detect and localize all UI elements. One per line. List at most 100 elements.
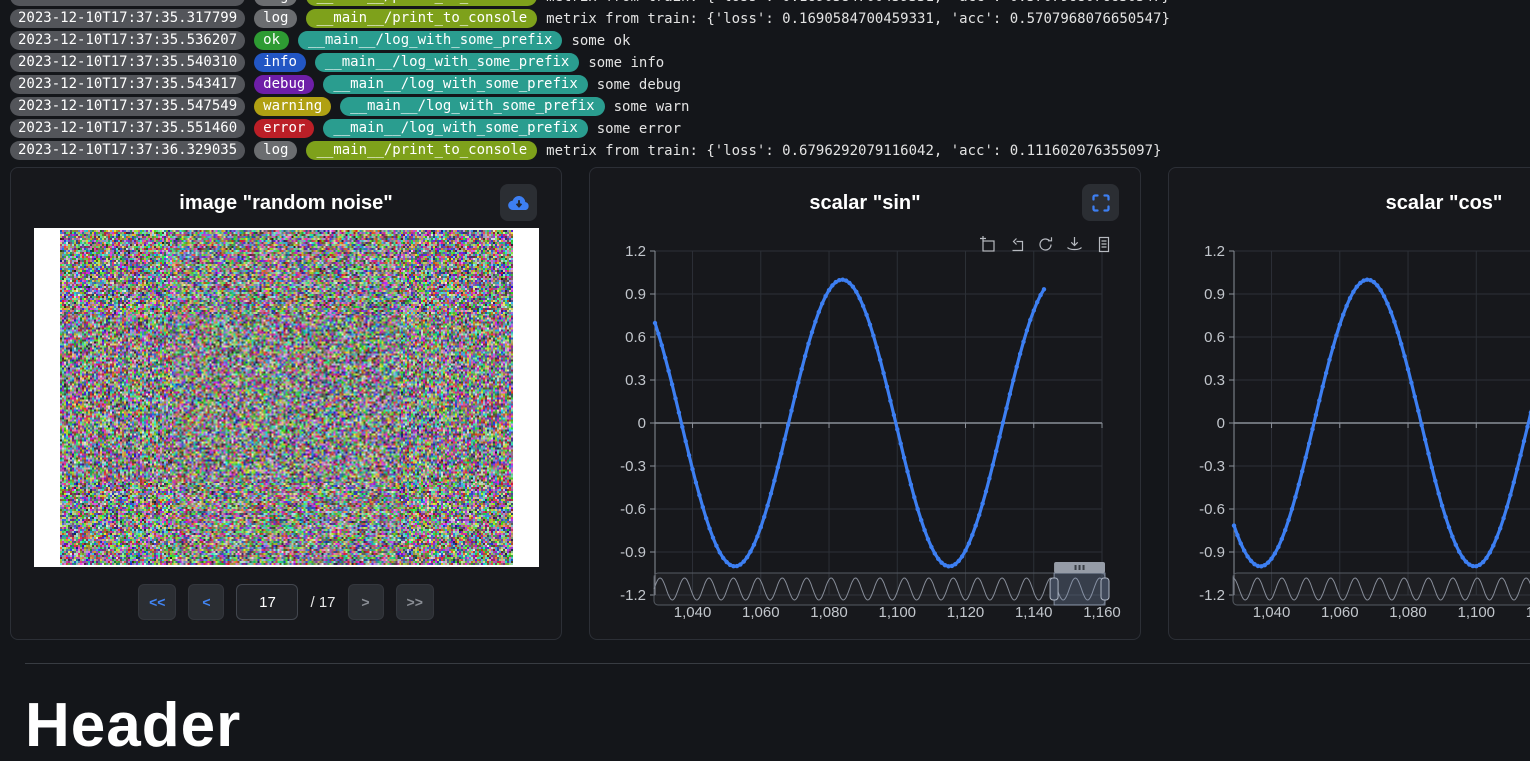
log-row: 2023-12-10T17:37:35.536207 ok __main__/log… [10, 31, 1530, 50]
datazoom-handle-right[interactable] [1101, 578, 1109, 600]
last-page-button[interactable]: >> [396, 584, 434, 620]
svg-text:0: 0 [1217, 415, 1225, 432]
markdown-heading: Header [25, 690, 1530, 761]
log-level-badge: ok [254, 31, 289, 50]
cloud-download-icon [507, 193, 531, 213]
log-message: metrix from train: {'loss': 0.1690584700… [546, 11, 1170, 27]
svg-text:1,040: 1,040 [674, 604, 712, 621]
svg-text:1,040: 1,040 [1253, 604, 1291, 621]
sin-chart-plot[interactable]: 1.20.90.60.30-0.3-0.6-0.9-1.21,0401,0601… [592, 236, 1137, 628]
svg-text:0.9: 0.9 [625, 286, 646, 303]
log-module-badge: __main__/log_with_some_prefix [323, 119, 587, 138]
data-view-icon[interactable] [1095, 236, 1112, 253]
sin-card-header: scalar "sin" [590, 168, 1140, 220]
svg-text:0.6: 0.6 [625, 329, 646, 346]
svg-text:-0.3: -0.3 [620, 458, 646, 475]
log-module-badge: __main__/log_with_some_prefix [323, 75, 587, 94]
svg-text:0.6: 0.6 [1204, 329, 1225, 346]
timestamp-badge: 2023-12-10T17:37:35.536207 [10, 31, 245, 50]
timestamp-badge: 2023-12-10T17:37:35.551460 [10, 119, 245, 138]
log-row: 2023-12-10T17:37:35.317799log__main__/pr… [10, 9, 1530, 28]
prev-page-button[interactable]: < [188, 584, 224, 620]
svg-text:1,060: 1,060 [1321, 604, 1359, 621]
svg-text:0.9: 0.9 [1204, 286, 1225, 303]
timestamp-badge: 2023-12-10T17:37:35.543417 [10, 75, 245, 94]
cos-chart-plot[interactable]: 1.2 0.9 0.6 0.3 0 -0.3 -0.6 -0.9 -1.2 1,040 1,060 1… [1171, 236, 1530, 628]
svg-text:1,100: 1,100 [1457, 604, 1495, 621]
page-total-label: / 17 [310, 594, 335, 611]
svg-text:1,140: 1,140 [1015, 604, 1053, 621]
log-message: some error [597, 121, 681, 137]
timestamp-badge: 2023-12-10T17:37:35.317799 [10, 0, 245, 6]
log-row: 2023-12-10T17:37:35.547549 warning __main_… [10, 97, 1530, 116]
log-row: 2023-12-10T17:37:36.329035 log __main__/pr… [10, 141, 1530, 160]
log-row: 2023-12-10T17:37:35.317799 log __main__/pr… [10, 0, 1530, 6]
log-message: metrix from train: {'loss': 0.1690584700… [546, 0, 1170, 5]
timestamp-badge: 2023-12-10T17:37:35.547549 [10, 97, 245, 116]
log-module-badge: __main__/print_to_console [306, 0, 537, 6]
log-message: some info [588, 55, 664, 71]
datazoom-window[interactable] [1054, 573, 1105, 605]
svg-text:1.2: 1.2 [625, 243, 646, 260]
image-plate [34, 228, 539, 567]
sin-chart-area: 1.20.90.60.30-0.3-0.6-0.9-1.21,0401,0601… [592, 236, 1140, 633]
log-level-badge: log [254, 141, 297, 160]
download-image-button[interactable] [500, 184, 537, 221]
zoom-reset-icon[interactable] [1008, 236, 1025, 253]
log-module-badge: __main__/log_with_some_prefix [315, 53, 579, 72]
svg-text:1,060: 1,060 [742, 604, 780, 621]
log-message: some warn [614, 99, 690, 115]
cos-card-title: scalar "cos" [1169, 168, 1530, 215]
log-row: 2023-12-10T17:37:35.551460error__main__/… [10, 119, 1530, 138]
log-level-badge: warning [254, 97, 331, 116]
fullscreen-button[interactable] [1082, 184, 1119, 221]
log-module-badge: __main__/log_with_some_prefix [298, 31, 562, 50]
svg-text:-0.3: -0.3 [1199, 458, 1225, 475]
log-module-badge: __main__/print_to_console [306, 141, 537, 160]
log-row: 2023-12-10T17:37:35.543417 debug __main__/… [10, 75, 1530, 94]
log-level-badge: info [254, 53, 306, 72]
svg-text:1,120: 1,120 [1526, 604, 1530, 621]
cos-card-header: scalar "cos" [1169, 168, 1530, 220]
chart-toolbar [979, 236, 1112, 253]
cards-row: image "random noise" << < / 17 > >> scal… [0, 167, 1530, 640]
sin-chart-card: scalar "sin" 1.20.90.60.30-0.3-0.6-0.9-1… [589, 167, 1141, 640]
zoom-select-icon[interactable] [979, 236, 996, 253]
svg-text:-1.2: -1.2 [1199, 587, 1225, 604]
svg-text:1,080: 1,080 [1389, 604, 1427, 621]
svg-text:-0.9: -0.9 [620, 544, 646, 561]
cos-chart-card: scalar "cos" 1.2 0.9 0.6 0.3 0 -0.3 -0.6 -0.9 -1… [1168, 167, 1530, 640]
restore-icon[interactable] [1037, 236, 1054, 253]
timestamp-badge: 2023-12-10T17:37:36.329035 [10, 141, 245, 160]
random-noise-image [60, 230, 513, 565]
image-card-title: image "random noise" [11, 168, 561, 215]
log-module-badge: __main__/log_with_some_prefix [340, 97, 604, 116]
svg-text:-1.2: -1.2 [620, 587, 646, 604]
svg-text:-0.6: -0.6 [1199, 501, 1225, 518]
svg-text:0.3: 0.3 [1204, 372, 1225, 389]
console-log-panel: 2023-12-10T17:37:35.317799 log __main__/pr… [0, 0, 1530, 160]
log-message: metrix from train: {'loss': 0.6796292079… [546, 143, 1161, 159]
log-message: some ok [571, 33, 630, 49]
datazoom-handle-left[interactable] [1050, 578, 1058, 600]
image-card: image "random noise" << < / 17 > >> [10, 167, 562, 640]
save-image-icon[interactable] [1066, 236, 1083, 253]
svg-text:0.3: 0.3 [625, 372, 646, 389]
page-number-input[interactable] [236, 584, 298, 620]
log-level-badge: debug [254, 75, 314, 94]
svg-text:1,080: 1,080 [810, 604, 848, 621]
svg-text:1,120: 1,120 [947, 604, 985, 621]
svg-text:1.2: 1.2 [1204, 243, 1225, 260]
section-divider [25, 663, 1530, 664]
next-page-button[interactable]: > [348, 584, 384, 620]
sin-card-title: scalar "sin" [590, 168, 1140, 215]
first-page-button[interactable]: << [138, 584, 176, 620]
log-level-badge: log [254, 0, 297, 6]
image-card-header: image "random noise" [11, 168, 561, 220]
svg-text:-0.9: -0.9 [1199, 544, 1225, 561]
cos-chart-area: 1.2 0.9 0.6 0.3 0 -0.3 -0.6 -0.9 -1.2 1,040 1,060 1… [1171, 236, 1530, 633]
svg-text:0: 0 [638, 415, 646, 432]
svg-text:1,160: 1,160 [1083, 604, 1121, 621]
svg-text:1,100: 1,100 [878, 604, 916, 621]
timestamp-badge: 2023-12-10T17:37:35.540310 [10, 53, 245, 72]
